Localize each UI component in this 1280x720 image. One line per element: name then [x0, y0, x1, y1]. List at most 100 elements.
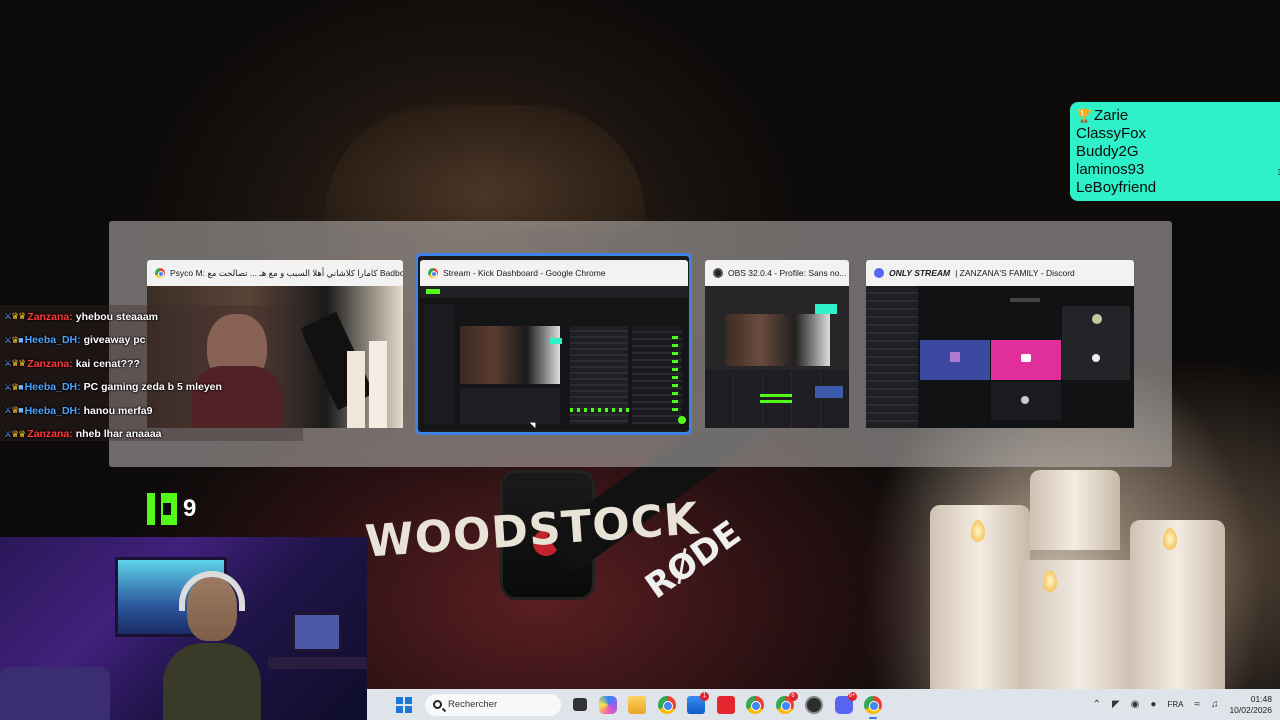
wifi-icon[interactable]: ≈	[1194, 699, 1200, 710]
mod-icon: ■	[18, 381, 24, 392]
leaderboard-name: laminos93	[1076, 161, 1145, 178]
notification-badge: 1	[700, 691, 709, 701]
taskbar: Rechercher 1 6 9+ ⌃ ◤ ◉ ● FRA ≈ ♫ 01:48 …	[367, 689, 1280, 720]
chat-badges: ⚔♛■	[4, 381, 24, 393]
clock-time: 01:48	[1250, 693, 1272, 704]
chat-username: Zanzana	[27, 357, 70, 370]
leaderboard-name: LeBoyfriend	[1076, 179, 1157, 196]
language-indicator[interactable]: FRA	[1167, 700, 1183, 709]
microphone-icon[interactable]: ●	[1150, 699, 1156, 710]
viewer-count-value: 9	[183, 495, 197, 522]
crown-icon: ♛♛	[11, 358, 26, 369]
network-icon[interactable]: ◤	[1112, 699, 1120, 710]
leaderboard-name: ClassyFox	[1076, 125, 1147, 142]
mod-icon: ■	[18, 405, 24, 416]
window-thumbnail	[420, 286, 688, 430]
candle-flame	[971, 520, 985, 542]
mod-icon: ■	[18, 334, 24, 345]
webcam-person	[163, 567, 261, 720]
headset-icon	[179, 571, 245, 611]
chevron-up-icon[interactable]: ⌃	[1093, 699, 1101, 710]
leaderboard-row: ClassyFox	[1076, 125, 1280, 143]
start-icon[interactable]	[396, 696, 412, 713]
leaderboard-row: 🏆 Zarie	[1076, 107, 1280, 125]
candle-flame	[1163, 528, 1177, 550]
window-title-bar: Stream - Kick Dashboard - Google Chrome	[420, 260, 688, 286]
location-icon[interactable]: ◉	[1131, 699, 1140, 710]
chrome-icon	[155, 268, 165, 278]
chat-message: ⚔♛■ Heeba_DH: giveaway pc	[4, 334, 146, 347]
chat-username: Heeba_DH	[24, 334, 78, 347]
store-icon[interactable]: 1	[687, 691, 709, 714]
window-card-discord[interactable]: ONLY STREAM | ZANZANA'S FAMILY - Discord	[866, 260, 1134, 428]
chat-username: Heeba_DH	[24, 381, 78, 394]
crown-icon: ♛♛	[11, 311, 26, 322]
chrome-profile-icon[interactable]: 6	[775, 691, 798, 714]
chat-text: nheb lhar anaaaa	[75, 428, 162, 441]
leaderboard-row: LeBoyfriend	[1076, 179, 1280, 197]
chat-username: Heeba_DH	[24, 404, 78, 417]
chrome-active-icon[interactable]	[864, 695, 882, 719]
obs-icon[interactable]	[805, 695, 823, 714]
chat-message: ⚔♛♛ Zanzana: kai cenat???	[4, 357, 140, 370]
volume-icon[interactable]: ♫	[1211, 699, 1219, 710]
window-card-kick-dashboard[interactable]: Stream - Kick Dashboard - Google Chrome	[420, 260, 688, 430]
task-view-icon[interactable]	[573, 698, 587, 711]
leaderboard-row: Buddy2G	[1076, 143, 1280, 161]
window-title: Psyco M: كامارا كلاشاني أهلا السبب و مع …	[170, 267, 403, 278]
chrome-icon[interactable]	[657, 695, 676, 714]
window-thumbnail	[705, 286, 849, 428]
clock-date: 10/02/2026	[1229, 704, 1272, 715]
chrome-icon	[428, 268, 438, 278]
window-title: Stream - Kick Dashboard - Google Chrome	[443, 268, 606, 278]
trophy-icon: 🏆	[1076, 108, 1093, 123]
window-title-prefix: ONLY STREAM	[889, 268, 951, 278]
chat-message: ⚔♛■ Heeba_DH: hanou merfa9	[4, 404, 153, 417]
chat-username: Zanzana	[27, 428, 70, 441]
desk	[268, 657, 367, 669]
chat-message: ⚔♛■ Heeba_DH: PC gaming zeda b 5 mleyen	[4, 381, 222, 394]
window-title-bar: ONLY STREAM | ZANZANA'S FAMILY - Discord	[866, 260, 1134, 286]
candle	[1030, 470, 1120, 550]
window-card-obs[interactable]: OBS 32.0.4 - Profile: Sans no...	[705, 260, 849, 428]
clock[interactable]: 01:48 10/02/2026	[1229, 694, 1272, 716]
discord-icon[interactable]: 9+	[834, 691, 857, 714]
chat-text: kai cenat???	[75, 357, 140, 370]
kick-logo-icon	[147, 493, 177, 525]
chat-text: giveaway pc	[83, 334, 146, 347]
chat-message: ⚔♛♛ Zanzana: yhebou steaaam	[4, 310, 159, 323]
crown-icon: ♛♛	[11, 428, 26, 439]
copilot-icon[interactable]	[598, 695, 617, 714]
notification-badge: 9+	[847, 691, 857, 701]
chat-badges: ⚔♛■	[4, 405, 24, 416]
chat-overlay: ⚔♛♛ Zanzana: yhebou steaaam ⚔♛■ Heeba_DH…	[4, 305, 304, 446]
leaderboard-name: Buddy2G	[1076, 143, 1139, 160]
chat-badges: ⚔♛♛	[4, 428, 26, 440]
search-icon	[433, 700, 442, 709]
search-placeholder: Rechercher	[448, 699, 498, 710]
system-tray: ⌃ ◤ ◉ ● FRA ≈ ♫ 01:48 10/02/2026	[1093, 694, 1280, 716]
viewer-count: 9	[147, 493, 196, 525]
webcam-overlay	[0, 537, 367, 720]
taskbar-search[interactable]: Rechercher	[425, 693, 561, 716]
chat-text: yhebou steaaam	[75, 310, 159, 323]
leaderboard-overlay: 🏆 Zarie ClassyFox Buddy2G laminos93 LeBo…	[1070, 102, 1280, 201]
wps-icon[interactable]	[716, 695, 735, 714]
window-title: | ZANZANA'S FAMILY - Discord	[955, 268, 1075, 278]
notification-badge: 6	[788, 691, 798, 701]
leaderboard-row: laminos93	[1076, 161, 1280, 179]
chat-badges: ⚔♛♛	[4, 358, 26, 369]
candle-flame	[1043, 570, 1057, 592]
window-title: OBS 32.0.4 - Profile: Sans no...	[728, 268, 847, 278]
chat-message: ⚔♛♛ Zanzana: nheb lhar anaaaa	[4, 428, 162, 441]
window-title-bar: Psyco M: كامارا كلاشاني أهلا السبب و مع …	[147, 260, 403, 286]
file-explorer-icon[interactable]	[628, 695, 646, 714]
chat-text: PC gaming zeda b 5 mleyen	[83, 381, 222, 394]
leaderboard-name: Zarie	[1094, 107, 1129, 124]
window-thumbnail	[866, 286, 1134, 428]
window-title-bar: OBS 32.0.4 - Profile: Sans no...	[705, 260, 849, 286]
chat-badges: ⚔♛■	[4, 334, 24, 346]
chrome-profile-icon[interactable]	[746, 695, 764, 714]
sofa	[0, 667, 110, 720]
obs-icon	[713, 268, 723, 278]
